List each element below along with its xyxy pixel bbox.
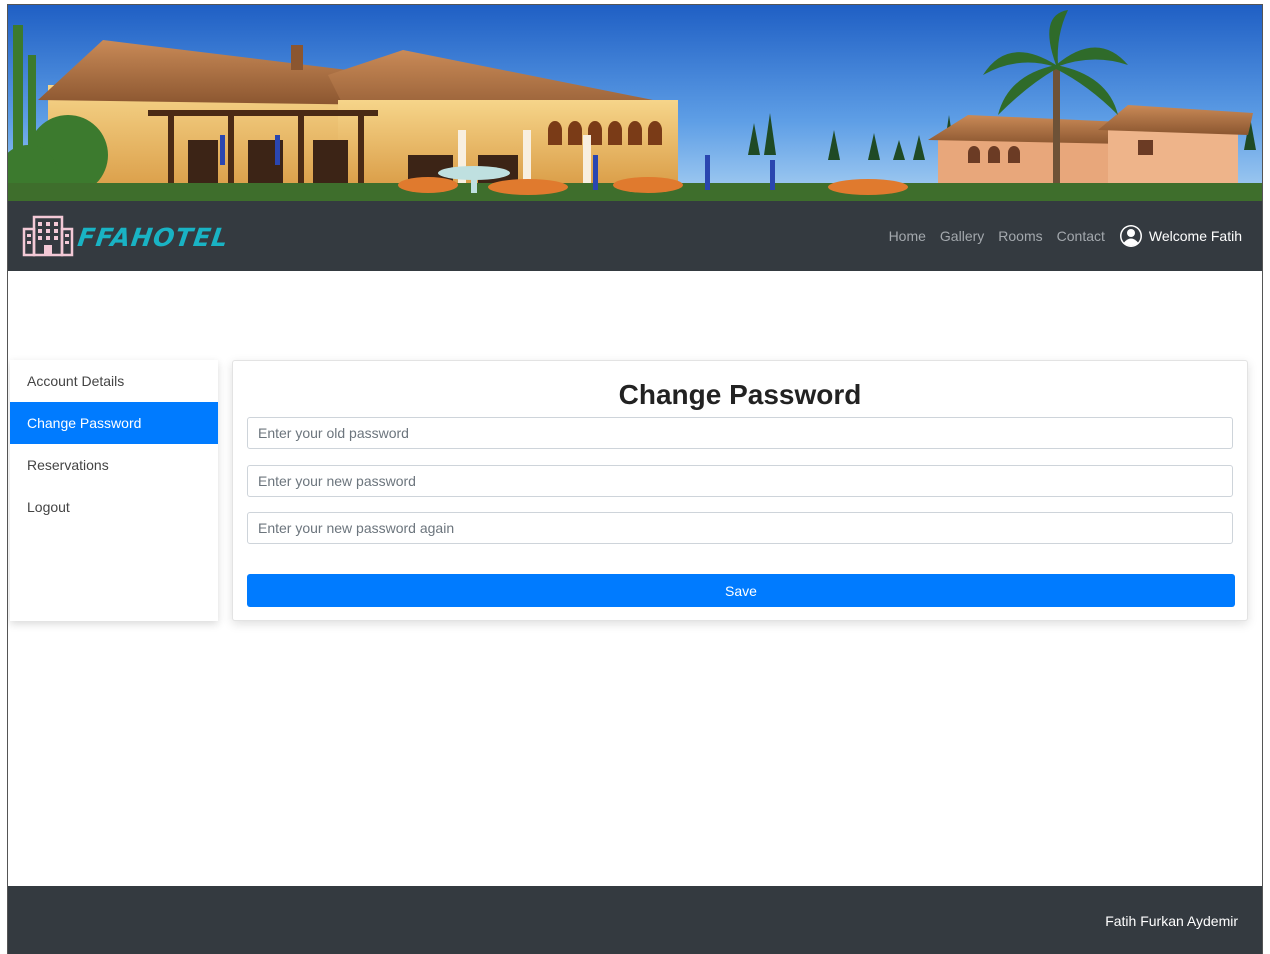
- user-menu[interactable]: Welcome Fatih: [1119, 224, 1242, 248]
- sidebar-item-change-password[interactable]: Change Password: [10, 402, 218, 444]
- welcome-text: Welcome Fatih: [1148, 228, 1242, 244]
- nav-rooms-link[interactable]: Rooms: [998, 228, 1042, 244]
- sidebar-item-account-details[interactable]: Account Details: [10, 360, 218, 402]
- nav-links: Home Gallery Rooms Contact Welcome Fatih: [875, 201, 1242, 271]
- account-sidebar: Account Details Change Password Reservat…: [10, 360, 218, 621]
- sidebar-item-logout[interactable]: Logout: [10, 486, 218, 528]
- new-password-again-input[interactable]: [247, 512, 1233, 544]
- nav-gallery-link[interactable]: Gallery: [940, 228, 984, 244]
- nav-home-link[interactable]: Home: [889, 228, 926, 244]
- change-password-card: Change Password Save: [232, 360, 1248, 621]
- navbar: FFAHOTEL Home Gallery Rooms Contact Welc…: [8, 201, 1262, 271]
- sidebar-item-reservations[interactable]: Reservations: [10, 444, 218, 486]
- footer-author: Fatih Furkan Aydemir: [1105, 913, 1238, 929]
- page-frame: FFAHOTEL Home Gallery Rooms Contact Welc…: [7, 4, 1263, 954]
- new-password-input[interactable]: [247, 465, 1233, 497]
- footer: Fatih Furkan Aydemir: [8, 886, 1262, 954]
- old-password-input[interactable]: [247, 417, 1233, 449]
- hotel-building-icon: [22, 213, 74, 262]
- page-title: Change Password: [618, 379, 862, 410]
- brand-name: FFAHOTEL: [75, 222, 231, 252]
- nav-contact-link[interactable]: Contact: [1057, 228, 1105, 244]
- user-avatar-icon: [1119, 224, 1143, 248]
- brand[interactable]: FFAHOTEL: [22, 213, 231, 262]
- save-button[interactable]: Save: [247, 574, 1235, 607]
- hotel-banner-image: [8, 5, 1262, 201]
